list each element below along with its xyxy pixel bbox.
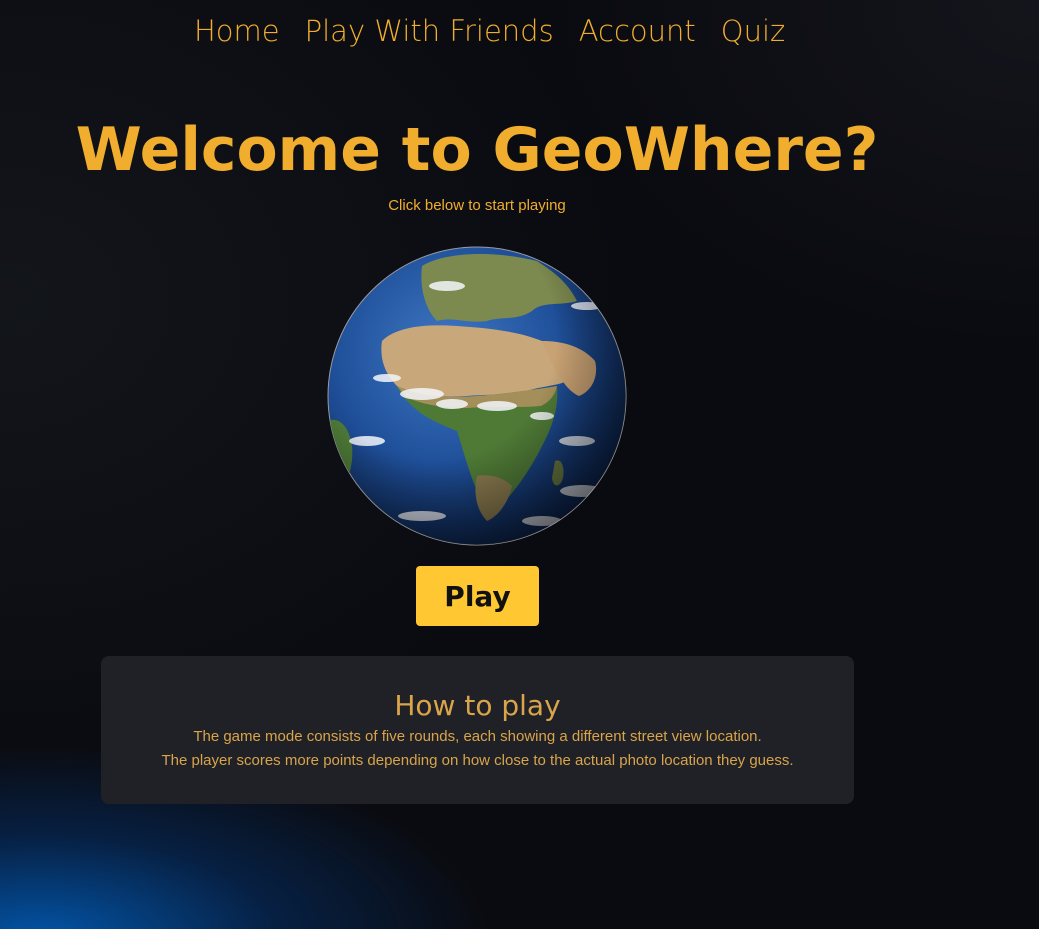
page-title: Welcome to GeoWhere? (75, 115, 879, 185)
how-to-play-heading: How to play (394, 689, 561, 722)
page-subtitle: Click below to start playing (388, 197, 566, 214)
how-to-play-panel: How to play The game mode consists of fi… (101, 656, 854, 804)
nav-home-link[interactable]: Home (194, 14, 280, 48)
nav-account-link[interactable]: Account (579, 14, 696, 48)
nav-quiz-link[interactable]: Quiz (721, 14, 786, 48)
earth-globe-icon (327, 246, 627, 546)
how-to-play-line-2: The player scores more points depending … (161, 752, 794, 769)
how-to-play-line-1: The game mode consists of five rounds, e… (193, 728, 762, 745)
nav-play-with-friends-link[interactable]: Play With Friends (305, 14, 554, 48)
play-button[interactable]: Play (416, 566, 539, 626)
top-nav: Home Play With Friends Account Quiz (194, 14, 785, 48)
